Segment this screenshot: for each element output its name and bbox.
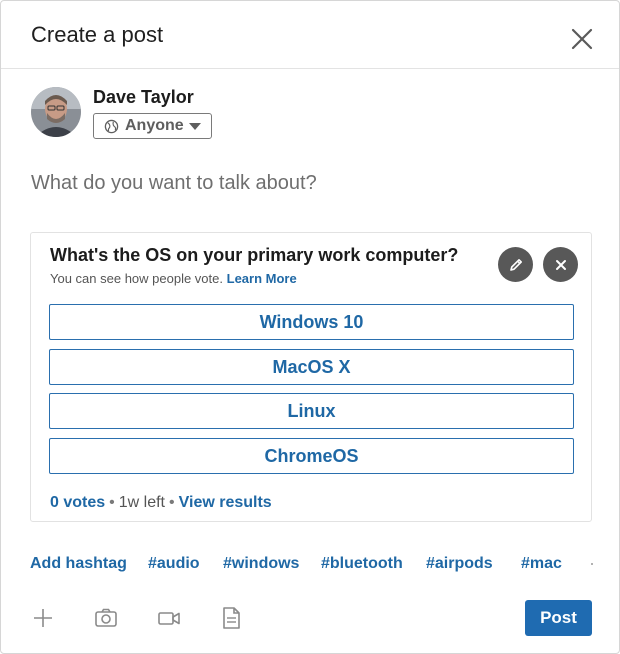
- close-icon[interactable]: [568, 25, 596, 53]
- avatar: [31, 87, 81, 137]
- visibility-label: Anyone: [125, 117, 184, 134]
- poll-card: What's the OS on your primary work compu…: [30, 232, 592, 522]
- hashtag-audio[interactable]: #audio: [148, 555, 200, 573]
- pencil-icon: [509, 258, 522, 271]
- create-post-modal: Create a post Dave Taylor Anyone What': [0, 0, 620, 654]
- hashtag-bluetooth[interactable]: #bluetooth: [321, 555, 403, 573]
- edit-poll-button[interactable]: [498, 247, 533, 282]
- camera-icon[interactable]: [93, 605, 119, 631]
- poll-option-4[interactable]: ChromeOS: [49, 438, 574, 474]
- poll-option-1[interactable]: Windows 10: [49, 304, 574, 340]
- post-button[interactable]: Post: [525, 600, 592, 636]
- poll-stats: 0 votes • 1w left • View results: [50, 494, 272, 512]
- add-hashtag-button[interactable]: Add hashtag: [30, 555, 127, 573]
- scroll-indicator: [591, 563, 593, 565]
- remove-poll-button[interactable]: [543, 247, 578, 282]
- modal-header: Create a post: [1, 1, 619, 69]
- poll-option-3[interactable]: Linux: [49, 393, 574, 429]
- post-text-input[interactable]: [31, 169, 591, 197]
- poll-option-2[interactable]: MacOS X: [49, 349, 574, 385]
- plus-icon[interactable]: [30, 605, 56, 631]
- close-icon: [555, 259, 566, 270]
- hashtag-windows[interactable]: #windows: [223, 555, 299, 573]
- hashtag-bar: Add hashtag #audio #windows #bluetooth #…: [30, 555, 600, 577]
- learn-more-link[interactable]: Learn More: [227, 271, 297, 286]
- video-icon[interactable]: [156, 605, 182, 631]
- poll-question: What's the OS on your primary work compu…: [50, 245, 459, 265]
- view-results-link[interactable]: View results: [179, 494, 272, 511]
- chevron-down-icon: [189, 123, 201, 130]
- author-name: Dave Taylor: [93, 87, 194, 107]
- poll-subtitle-text: You can see how people vote.: [50, 271, 223, 286]
- poll-votes-link[interactable]: 0 votes: [50, 494, 105, 511]
- poll-time-left: 1w left: [118, 494, 165, 511]
- separator-dot: •: [169, 494, 175, 511]
- hashtag-airpods[interactable]: #airpods: [426, 555, 493, 573]
- separator-dot: •: [109, 494, 115, 511]
- hashtag-mac[interactable]: #mac: [521, 555, 562, 573]
- poll-subtitle: You can see how people vote. Learn More: [50, 271, 297, 286]
- globe-icon: [104, 119, 119, 133]
- document-icon[interactable]: [218, 605, 244, 631]
- modal-title: Create a post: [31, 22, 164, 47]
- visibility-dropdown[interactable]: Anyone: [93, 113, 212, 139]
